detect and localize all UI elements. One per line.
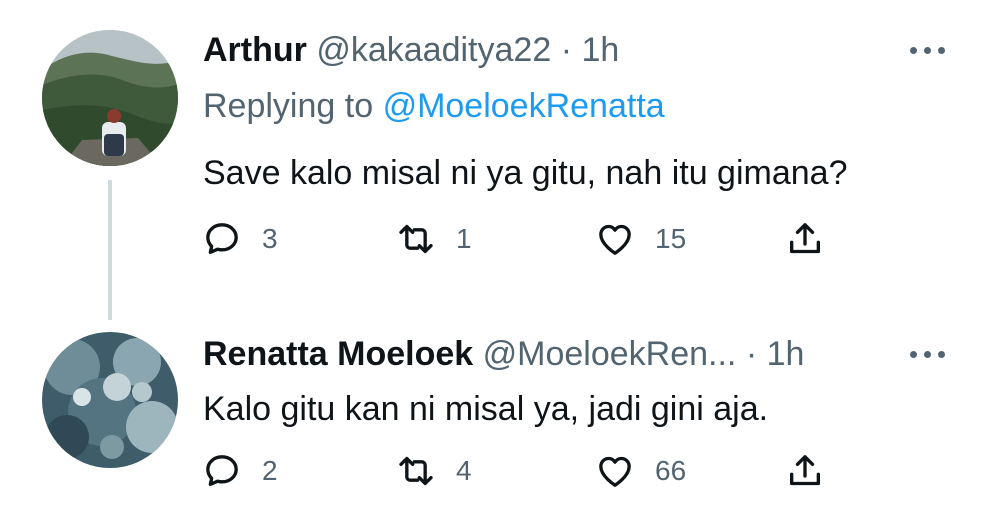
reply-button[interactable]: 3 [202, 214, 278, 264]
retweet-count: 1 [456, 223, 472, 254]
replying-to-label: Replying to [203, 87, 374, 125]
user-handle[interactable]: @MoeloekRen... [483, 335, 737, 373]
separator-dot: · [745, 335, 758, 373]
retweet-icon [399, 456, 433, 486]
reply-button[interactable]: 2 [202, 446, 278, 496]
reply-count: 3 [262, 223, 278, 254]
timestamp[interactable]: 1h [581, 31, 619, 69]
like-count: 15 [655, 223, 687, 254]
reply-icon [206, 223, 238, 254]
tweet-header: Renatta Moeloek @MoeloekRen... · 1h [203, 334, 804, 374]
share-button[interactable] [785, 446, 825, 496]
display-name[interactable]: Arthur [203, 31, 307, 69]
tweet-text: Save kalo misal ni ya gitu, nah itu gima… [203, 154, 848, 192]
retweet-count: 4 [456, 455, 472, 486]
tweet-text: Kalo gitu kan ni misal ya, jadi gini aja… [203, 390, 769, 428]
user-handle[interactable]: @kakaaditya22 [316, 31, 551, 69]
share-button[interactable] [785, 214, 825, 264]
tweet-actions: 3 1 15 [0, 214, 1000, 264]
mention-link[interactable]: @MoeloekRenatta [383, 87, 665, 125]
share-icon [790, 455, 820, 486]
reply-icon [206, 455, 238, 486]
retweet-icon [399, 224, 433, 254]
retweet-button[interactable]: 1 [396, 214, 472, 264]
like-button[interactable]: 66 [595, 446, 686, 496]
avatar[interactable] [42, 30, 178, 166]
tweet[interactable]: Arthur @kakaaditya22 · 1h Replying to @M… [0, 0, 1000, 320]
share-icon [790, 223, 820, 254]
tweet-actions: 2 4 66 [0, 446, 1000, 496]
replying-to: Replying to @MoeloekRenatta [203, 86, 665, 126]
display-name[interactable]: Renatta Moeloek [203, 335, 473, 373]
timestamp[interactable]: 1h [767, 335, 805, 373]
reply-count: 2 [262, 455, 278, 486]
more-options-icon[interactable] [910, 348, 950, 360]
tweet-header: Arthur @kakaaditya22 · 1h [203, 30, 619, 70]
like-button[interactable]: 15 [595, 214, 686, 264]
retweet-button[interactable]: 4 [396, 446, 472, 496]
like-count: 66 [655, 455, 687, 486]
tweet[interactable]: Renatta Moeloek @MoeloekRen... · 1h Kalo… [0, 320, 1000, 528]
avatar-mountain-image [42, 30, 178, 166]
more-options-icon[interactable] [910, 44, 950, 56]
heart-icon [599, 456, 631, 487]
heart-icon [599, 224, 631, 255]
separator-dot: · [560, 31, 573, 69]
